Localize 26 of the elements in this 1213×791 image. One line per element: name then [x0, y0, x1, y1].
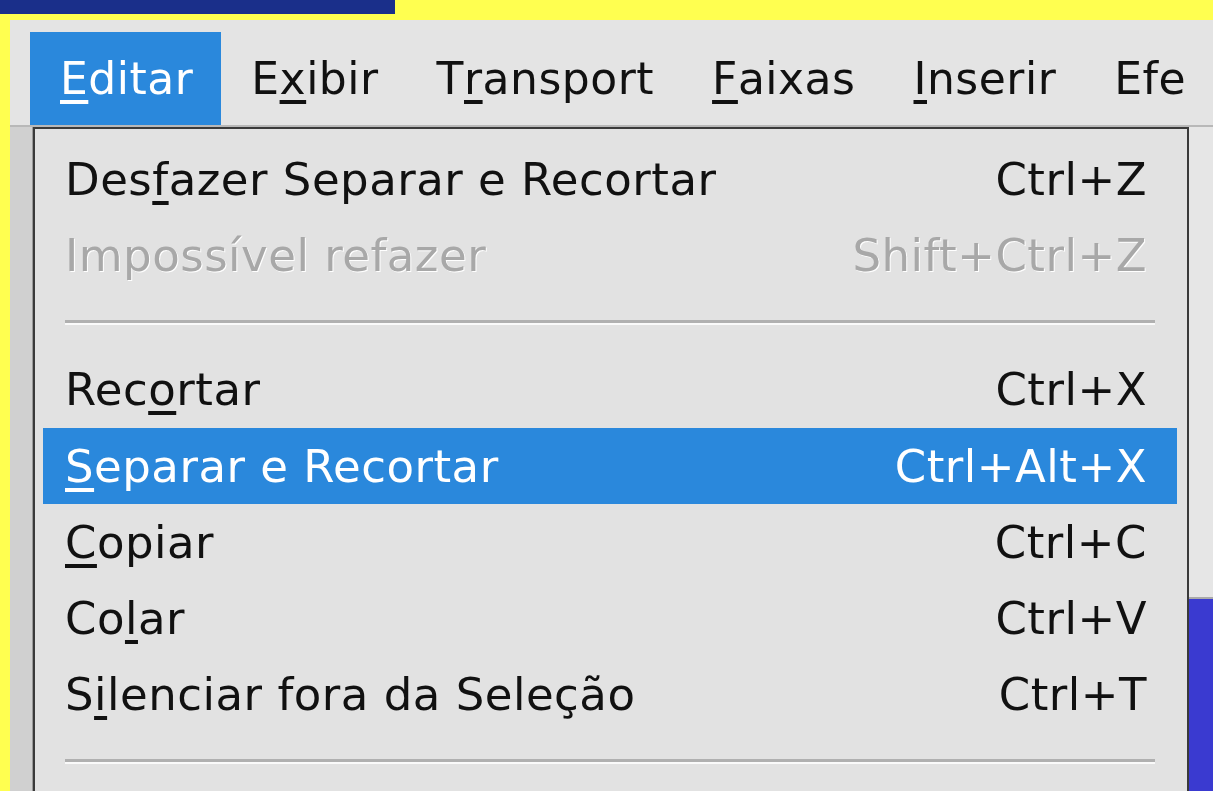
shortcut-label: Ctrl+T: [998, 667, 1147, 721]
menu-item[interactable]: Silenciar fora da Seleção Ctrl+T: [43, 656, 1177, 733]
menu-item-label: Separar e Recortar: [65, 439, 499, 493]
menu-item-label: Desfazer Separar e Recortar: [65, 152, 717, 206]
menu-title[interactable]: Faixas: [682, 32, 884, 125]
shortcut-label: Ctrl+X: [995, 363, 1147, 417]
menu-item-label: Silenciar fora da Seleção: [65, 667, 636, 721]
shortcut-label: Ctrl+Z: [995, 152, 1147, 206]
menu-title[interactable]: Efe: [1084, 32, 1213, 125]
menu-title[interactable]: Editar: [30, 32, 222, 125]
menu-item[interactable]: Recortar Ctrl+X: [43, 351, 1177, 428]
menu-item[interactable]: Separar e Recortar Ctrl+Alt+X: [43, 427, 1177, 505]
shortcut-label: Ctrl+V: [995, 591, 1147, 645]
menu-item-label: Colar: [65, 591, 186, 645]
shortcut-label: Ctrl+C: [994, 515, 1147, 569]
menu-item-label: Copiar: [65, 515, 215, 569]
menu-item[interactable]: Desfazer Separar e Recortar Ctrl+Z: [43, 141, 1177, 218]
shortcut-label: Shift+Ctrl+Z: [852, 228, 1147, 282]
menu-item[interactable]: Colar Ctrl+V: [43, 580, 1177, 657]
shortcut-label: Ctrl+Alt+X: [894, 439, 1147, 493]
menu-item-label: Recortar: [65, 363, 261, 417]
menu-title[interactable]: Transport: [406, 32, 683, 125]
menu-item-label: Impossível refazer: [65, 228, 487, 282]
menu-item[interactable]: Copiar Ctrl+C: [43, 504, 1177, 581]
menu-title[interactable]: I nserir: [883, 32, 1085, 125]
menu-title[interactable]: Exibir: [221, 32, 407, 125]
